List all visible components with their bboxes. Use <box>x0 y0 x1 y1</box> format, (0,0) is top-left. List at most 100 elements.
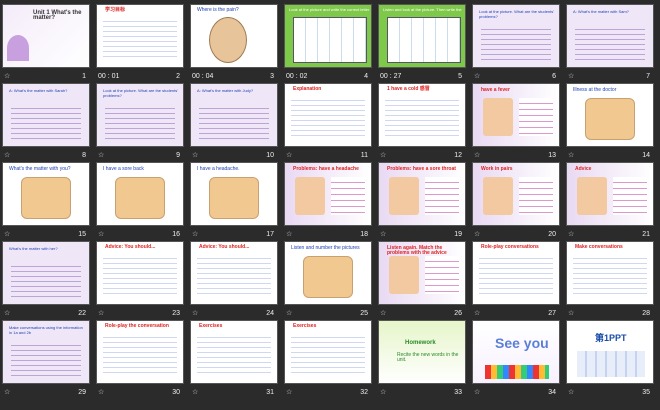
slide-number: 35 <box>642 389 650 396</box>
slide-thumbnail[interactable]: Advice: You should... ☆ 23 <box>94 239 188 318</box>
transition-icon: ☆ <box>474 389 481 396</box>
slide-text: See you <box>495 335 549 351</box>
slide-thumbnail[interactable]: 学习目标 00 : 01 2 <box>94 2 188 81</box>
slide-thumbnail[interactable]: Advice: You should... ☆ 24 <box>188 239 282 318</box>
slide-number: 9 <box>176 152 180 159</box>
slide-preview: 学习目标 <box>96 4 184 68</box>
slide-text: I have a sore back <box>103 166 144 172</box>
slide-text: Look at the picture. What are the studen… <box>103 88 179 98</box>
slide-text: Listen again. Match the problems with th… <box>387 245 447 256</box>
slide-thumbnail[interactable]: Listen and number the pictures ☆ 25 <box>282 239 376 318</box>
slide-text: Listen and look at the picture. Then wri… <box>383 7 462 12</box>
slide-number: 27 <box>548 310 556 317</box>
slide-timing: 00 : 01 <box>98 73 120 80</box>
slide-number: 13 <box>548 152 556 159</box>
slide-thumbnail[interactable]: Problems: have a headache ☆ 18 <box>282 160 376 239</box>
slide-preview: Exercises <box>190 320 278 384</box>
slide-thumbnail[interactable]: Work in pairs ☆ 20 <box>470 160 564 239</box>
slide-thumbnail[interactable]: A: What's the matter with Judy? ☆ 10 <box>188 81 282 160</box>
slide-preview: Problems: have a sore throat <box>378 162 466 226</box>
slide-text: I have a headache. <box>197 166 240 172</box>
slide-thumbnail[interactable]: Problems: have a sore throat ☆ 19 <box>376 160 470 239</box>
slide-thumbnail[interactable]: See you ☆ 34 <box>470 318 564 397</box>
slide-number: 30 <box>172 389 180 396</box>
slide-thumbnail[interactable]: Role-play conversations ☆ 27 <box>470 239 564 318</box>
transition-icon: ☆ <box>286 231 293 238</box>
slide-thumbnail[interactable]: Exercises ☆ 32 <box>282 318 376 397</box>
transition-icon: ☆ <box>380 389 387 396</box>
slide-preview: Look at the picture. What are the studen… <box>472 4 560 68</box>
slide-text: Problems: have a sore throat <box>387 166 456 172</box>
slide-thumbnail[interactable]: Where is the pain? 00 : 04 3 <box>188 2 282 81</box>
slide-number: 12 <box>454 152 462 159</box>
slide-thumbnail[interactable]: Advice ☆ 21 <box>564 160 658 239</box>
slide-thumbnail[interactable]: Look at the picture. What are the studen… <box>470 2 564 81</box>
slide-preview: Listen again. Match the problems with th… <box>378 241 466 305</box>
slide-text: Make conversations using the information… <box>9 325 83 335</box>
slide-preview: Advice <box>566 162 654 226</box>
slide-thumbnail[interactable]: Look at the picture. What are the studen… <box>94 81 188 160</box>
slide-number: 24 <box>266 310 274 317</box>
slide-thumbnail[interactable]: 第1PPT ☆ 35 <box>564 318 658 397</box>
slide-number: 28 <box>642 310 650 317</box>
transition-icon: ☆ <box>4 310 11 317</box>
slide-thumbnail[interactable]: I have a sore back ☆ 16 <box>94 160 188 239</box>
slide-number: 16 <box>172 231 180 238</box>
slide-thumbnail[interactable]: Illness at the doctor ☆ 14 <box>564 81 658 160</box>
slide-thumbnail[interactable]: What's the matter with her? ☆ 22 <box>0 239 94 318</box>
transition-icon: ☆ <box>4 231 11 238</box>
transition-icon: ☆ <box>4 389 11 396</box>
transition-icon: ☆ <box>474 310 481 317</box>
transition-icon: ☆ <box>568 310 575 317</box>
slide-number: 6 <box>552 73 556 80</box>
slide-thumbnail[interactable]: 1 have a cold 感冒 ☆ 12 <box>376 81 470 160</box>
slide-text: What's the matter with you? <box>9 166 71 172</box>
slide-thumbnail[interactable]: Listen and look at the picture. Then wri… <box>376 2 470 81</box>
slide-number: 33 <box>454 389 462 396</box>
slide-text: Work in pairs <box>481 166 513 172</box>
slide-number: 25 <box>360 310 368 317</box>
slide-thumbnail[interactable]: What's the matter with you? ☆ 15 <box>0 160 94 239</box>
slide-preview: Role-play conversations <box>472 241 560 305</box>
transition-icon: ☆ <box>568 231 575 238</box>
slide-number: 32 <box>360 389 368 396</box>
slide-preview: Explanation <box>284 83 372 147</box>
slide-text: Make conversations <box>575 244 623 250</box>
slide-preview: Problems: have a headache <box>284 162 372 226</box>
slide-thumbnail[interactable]: Look at the picture and write the correc… <box>282 2 376 81</box>
slide-text: Advice: You should... <box>199 244 250 250</box>
slide-thumbnail[interactable]: have a fever ☆ 13 <box>470 81 564 160</box>
slide-text: Exercises <box>199 323 223 329</box>
slide-thumbnail[interactable]: Make conversations using the information… <box>0 318 94 397</box>
slide-thumbnail[interactable]: Listen again. Match the problems with th… <box>376 239 470 318</box>
slide-thumbnail[interactable]: Make conversations ☆ 28 <box>564 239 658 318</box>
transition-icon: ☆ <box>98 152 105 159</box>
slide-preview: I have a sore back <box>96 162 184 226</box>
slide-thumbnail[interactable]: A: What's the matter with Sam? ☆ 7 <box>564 2 658 81</box>
slide-number: 29 <box>78 389 86 396</box>
slide-preview: Work in pairs <box>472 162 560 226</box>
slide-number: 2 <box>176 73 180 80</box>
slide-thumbnail[interactable]: Explanation ☆ 11 <box>282 81 376 160</box>
slide-number: 23 <box>172 310 180 317</box>
slide-number: 4 <box>364 73 368 80</box>
slide-number: 10 <box>266 152 274 159</box>
slide-thumbnail[interactable]: I have a headache. ☆ 17 <box>188 160 282 239</box>
slide-thumbnail[interactable]: Unit 1 What's the matter? ☆ 1 <box>0 2 94 81</box>
slide-thumbnail[interactable]: Homework Recite the new words in the unit… <box>376 318 470 397</box>
slide-text: A: What's the matter with Sam? <box>573 9 629 14</box>
slide-text: Where is the pain? <box>197 7 239 13</box>
slide-preview: Role-play the conversation <box>96 320 184 384</box>
slide-text: Role-play conversations <box>481 244 539 250</box>
slide-text: have a fever <box>481 87 510 93</box>
slide-number: 22 <box>78 310 86 317</box>
slide-thumbnail[interactable]: Exercises ☆ 31 <box>188 318 282 397</box>
slide-thumbnail[interactable]: A: What's the matter with Sarah? ☆ 8 <box>0 81 94 160</box>
slide-thumbnail[interactable]: Role-play the conversation ☆ 30 <box>94 318 188 397</box>
slide-number: 8 <box>82 152 86 159</box>
slide-preview: Exercises <box>284 320 372 384</box>
transition-icon: ☆ <box>4 73 11 80</box>
slide-number: 19 <box>454 231 462 238</box>
slide-number: 18 <box>360 231 368 238</box>
slide-preview: Unit 1 What's the matter? <box>2 4 90 68</box>
